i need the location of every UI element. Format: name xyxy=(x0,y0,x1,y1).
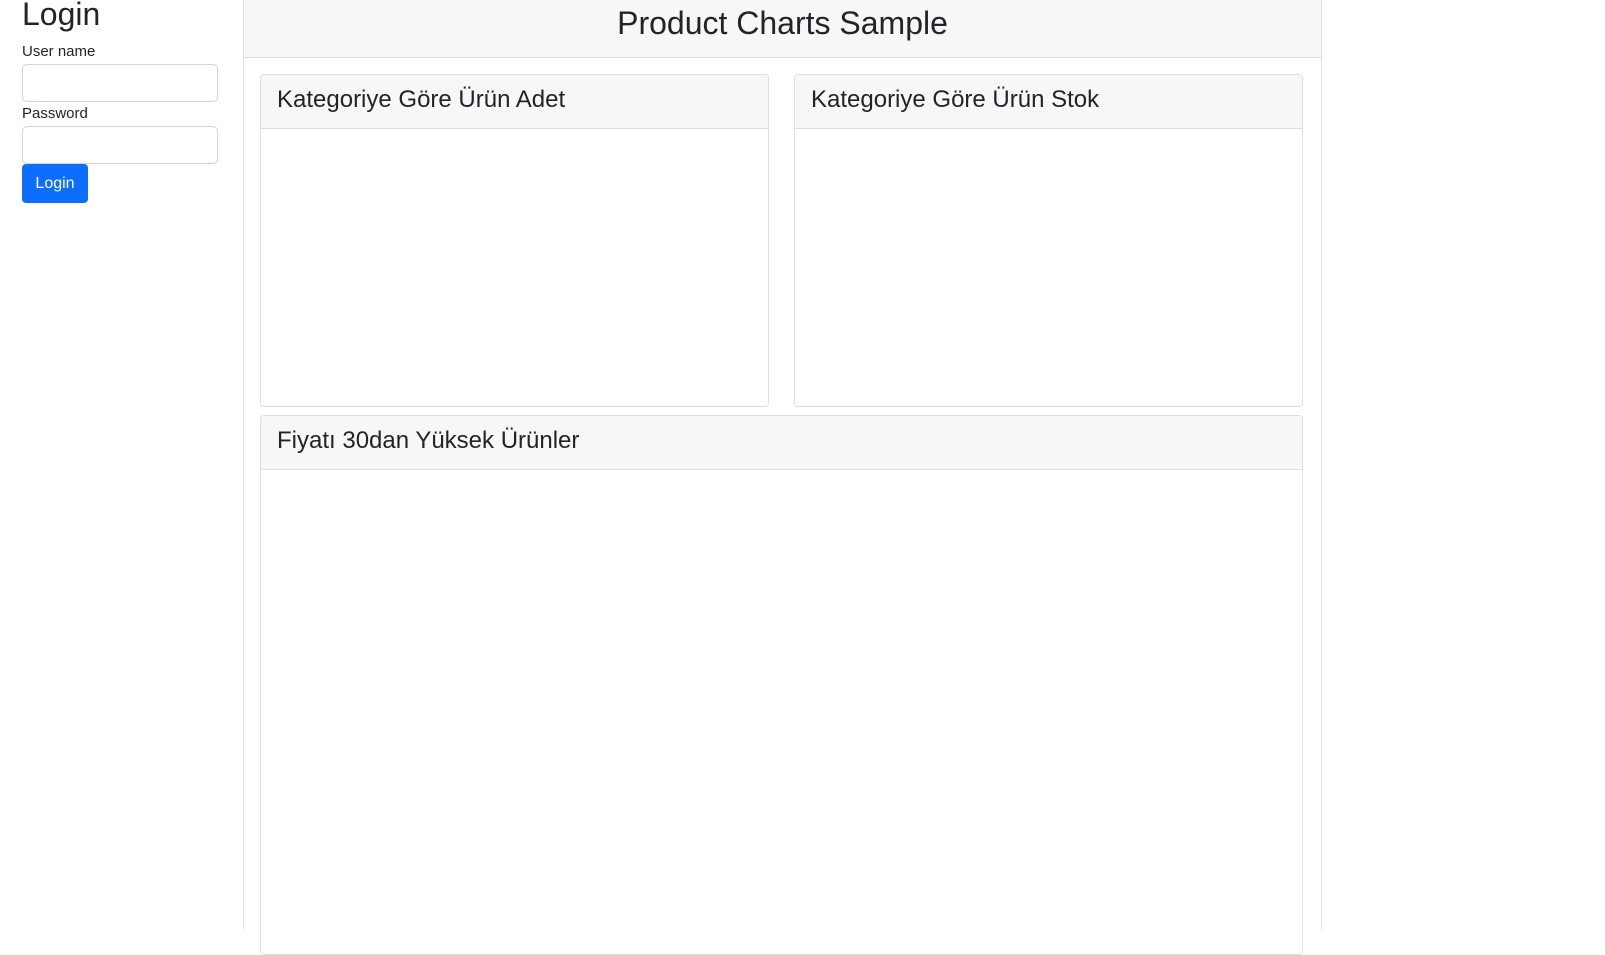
card-header: Kategoriye Göre Ürün Adet xyxy=(261,75,768,129)
username-input[interactable] xyxy=(22,64,218,102)
chart-card-high-price-products: Fiyatı 30dan Yüksek Ürünler xyxy=(260,415,1303,955)
main-content: Product Charts Sample Kategoriye Göre Ür… xyxy=(243,0,1322,955)
chart-area xyxy=(795,129,1302,406)
chart-card-product-stock: Kategoriye Göre Ürün Stok xyxy=(794,74,1303,407)
chart-area xyxy=(261,470,1302,954)
login-title: Login xyxy=(22,0,101,32)
username-label: User name xyxy=(22,43,96,60)
login-button[interactable]: Login xyxy=(22,164,88,203)
card-title: Kategoriye Göre Ürün Stok xyxy=(811,86,1100,113)
card-title: Fiyatı 30dan Yüksek Ürünler xyxy=(277,427,580,454)
card-title: Kategoriye Göre Ürün Adet xyxy=(277,86,566,113)
card-header: Kategoriye Göre Ürün Stok xyxy=(795,75,1302,129)
card-header: Fiyatı 30dan Yüksek Ürünler xyxy=(261,416,1302,470)
password-label: Password xyxy=(22,105,88,122)
chart-area xyxy=(261,129,768,406)
chart-card-product-count: Kategoriye Göre Ürün Adet xyxy=(260,74,769,407)
login-sidebar: Login User name Password Login xyxy=(0,0,238,930)
page-title: Product Charts Sample xyxy=(617,5,948,41)
page-header: Product Charts Sample xyxy=(244,0,1321,58)
password-input[interactable] xyxy=(22,126,218,164)
